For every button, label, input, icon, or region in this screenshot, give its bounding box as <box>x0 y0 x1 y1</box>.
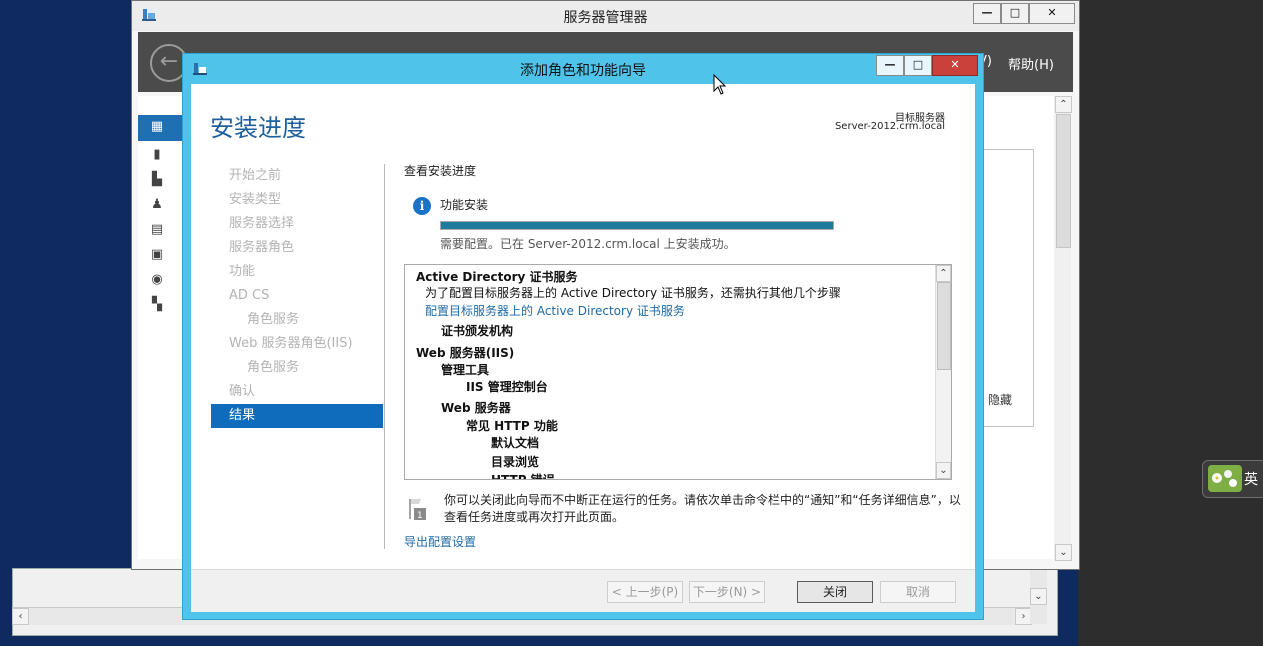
wizard-titlebar[interactable]: 添加角色和功能向导 — □ ✕ <box>183 54 983 82</box>
file-storage-icon[interactable]: ▚ <box>148 297 166 313</box>
results-item: 管理工具 <box>441 363 490 377</box>
ime-language-label: 英 <box>1244 472 1258 488</box>
results-item: Active Directory 证书服务 <box>416 270 578 284</box>
results-item: 常见 HTTP 功能 <box>466 419 558 433</box>
installation-progress-bar <box>440 221 834 230</box>
server-manager-sidebar <box>138 96 184 559</box>
server-manager-scroll-thumb[interactable] <box>1056 114 1071 248</box>
ad-cs-icon[interactable]: ♟ <box>148 197 166 213</box>
results-item: 目录浏览 <box>491 455 540 469</box>
server-manager-title: 服务器管理器 <box>563 10 648 26</box>
server-manager-panel <box>982 149 1034 427</box>
local-server-icon[interactable]: ▮ <box>148 147 166 163</box>
all-servers-icon[interactable]: ▙ <box>148 172 166 188</box>
nav-item-ad-cs-role-services[interactable]: 角色服务 <box>211 308 383 332</box>
results-scroll-down-button[interactable]: ⌄ <box>936 462 951 479</box>
results-item: 证书颁发机构 <box>441 324 514 338</box>
menu-help[interactable]: 帮助(H) <box>1008 54 1054 73</box>
close-button[interactable]: 关闭 <box>797 581 873 603</box>
nav-item-installation-type[interactable]: 安装类型 <box>211 188 383 212</box>
results-link[interactable]: 配置目标服务器上的 Active Directory 证书服务 <box>425 302 685 319</box>
nav-item-ad-cs[interactable]: AD CS <box>211 284 383 308</box>
results-scroll-up-button[interactable]: ⌃ <box>936 265 951 282</box>
flower-picture-icon <box>1208 465 1242 492</box>
nav-item-confirmation[interactable]: 确认 <box>211 380 383 404</box>
nav-item-server-selection[interactable]: 服务器选择 <box>211 212 383 236</box>
wizard-maximize-button[interactable]: □ <box>904 55 932 76</box>
maximize-button[interactable]: □ <box>1001 3 1029 24</box>
results-item: 为了配置目标服务器上的 Active Directory 证书服务，还需执行其他… <box>425 286 841 300</box>
wizard-minimize-button[interactable]: — <box>876 55 904 76</box>
results-item: IIS 管理控制台 <box>466 380 548 394</box>
add-roles-wizard-window: 添加角色和功能向导 — □ ✕ 安装进度 目标服务器 Server-2012.c… <box>182 53 984 620</box>
dns-icon[interactable]: ▣ <box>148 247 166 263</box>
wizard-body: 安装进度 目标服务器 Server-2012.crm.local 开始之前 安装… <box>191 84 975 569</box>
scroll-left-button[interactable]: ‹ <box>12 608 29 625</box>
desktop-background <box>0 0 12 646</box>
ime-tray-widget[interactable]: 英 <box>1202 460 1263 498</box>
cancel-button[interactable]: 取消 <box>880 581 956 603</box>
scroll-up-button[interactable]: ⌃ <box>1055 96 1072 113</box>
target-server-value: Server-2012.crm.local <box>834 121 945 132</box>
nav-item-web-server-role[interactable]: Web 服务器角色(IIS) <box>211 332 383 356</box>
nav-divider <box>384 164 385 549</box>
nav-item-results[interactable]: 结果 <box>211 404 383 428</box>
progress-bar-fill <box>441 222 833 229</box>
results-list[interactable]: Active Directory 证书服务为了配置目标服务器上的 Active … <box>404 264 952 480</box>
page-title: 安装进度 <box>210 114 306 142</box>
hide-link[interactable]: 隐藏 <box>988 391 1012 408</box>
iis-icon[interactable]: ◉ <box>148 272 166 288</box>
dashboard-icon: ▦ <box>150 119 164 134</box>
scroll-down-button[interactable]: ⌄ <box>1055 544 1072 561</box>
nav-item-features[interactable]: 功能 <box>211 260 383 284</box>
results-item: 默认文档 <box>491 436 540 450</box>
results-item: Web 服务器(IIS) <box>416 346 515 360</box>
info-icon: i <box>413 197 431 215</box>
wizard-footer: < 上一步(P) 下一步(N) > 关闭 取消 <box>191 569 975 612</box>
svg-text:1: 1 <box>417 511 423 521</box>
results-item: HTTP 错误 <box>491 473 555 480</box>
server-manager-titlebar[interactable]: 服务器管理器 — □ ✕ <box>132 1 1079 31</box>
installation-status-text: 需要配置。已在 Server-2012.crm.local 上安装成功。 <box>440 237 736 251</box>
export-configuration-link[interactable]: 导出配置设置 <box>404 533 476 550</box>
results-scroll-thumb[interactable] <box>937 282 951 370</box>
background-vertical-scrollbar[interactable]: ⌄ <box>1030 568 1047 624</box>
nav-item-iis-role-services[interactable]: 角色服务 <box>211 356 383 380</box>
nav-item-before-you-begin[interactable]: 开始之前 <box>211 164 383 188</box>
dark-background-area <box>1078 0 1263 646</box>
next-button[interactable]: 下一步(N) > <box>689 581 765 603</box>
ad-ds-icon[interactable]: ▤ <box>148 222 166 238</box>
close-window-button[interactable]: ✕ <box>1029 3 1075 24</box>
wizard-nav: 开始之前 安装类型 服务器选择 服务器角色 功能 AD CS 角色服务 Web … <box>211 164 383 428</box>
view-progress-heading: 查看安装进度 <box>404 164 477 178</box>
wizard-title: 添加角色和功能向导 <box>520 63 646 79</box>
wizard-close-window-button[interactable]: ✕ <box>932 55 978 76</box>
mouse-cursor-icon <box>713 74 727 95</box>
scroll-down-button[interactable]: ⌄ <box>1030 588 1047 605</box>
results-item: Web 服务器 <box>441 401 511 415</box>
nav-item-server-roles[interactable]: 服务器角色 <box>211 236 383 260</box>
minimize-button[interactable]: — <box>973 3 1001 24</box>
close-wizard-note: 你可以关闭此向导而不中断正在运行的任务。请依次单击命令栏中的“通知”和“任务详细… <box>444 493 961 524</box>
previous-button[interactable]: < 上一步(P) <box>607 581 683 603</box>
notification-flag-icon: 1 <box>409 499 426 521</box>
feature-installation-label: 功能安装 <box>440 198 489 212</box>
